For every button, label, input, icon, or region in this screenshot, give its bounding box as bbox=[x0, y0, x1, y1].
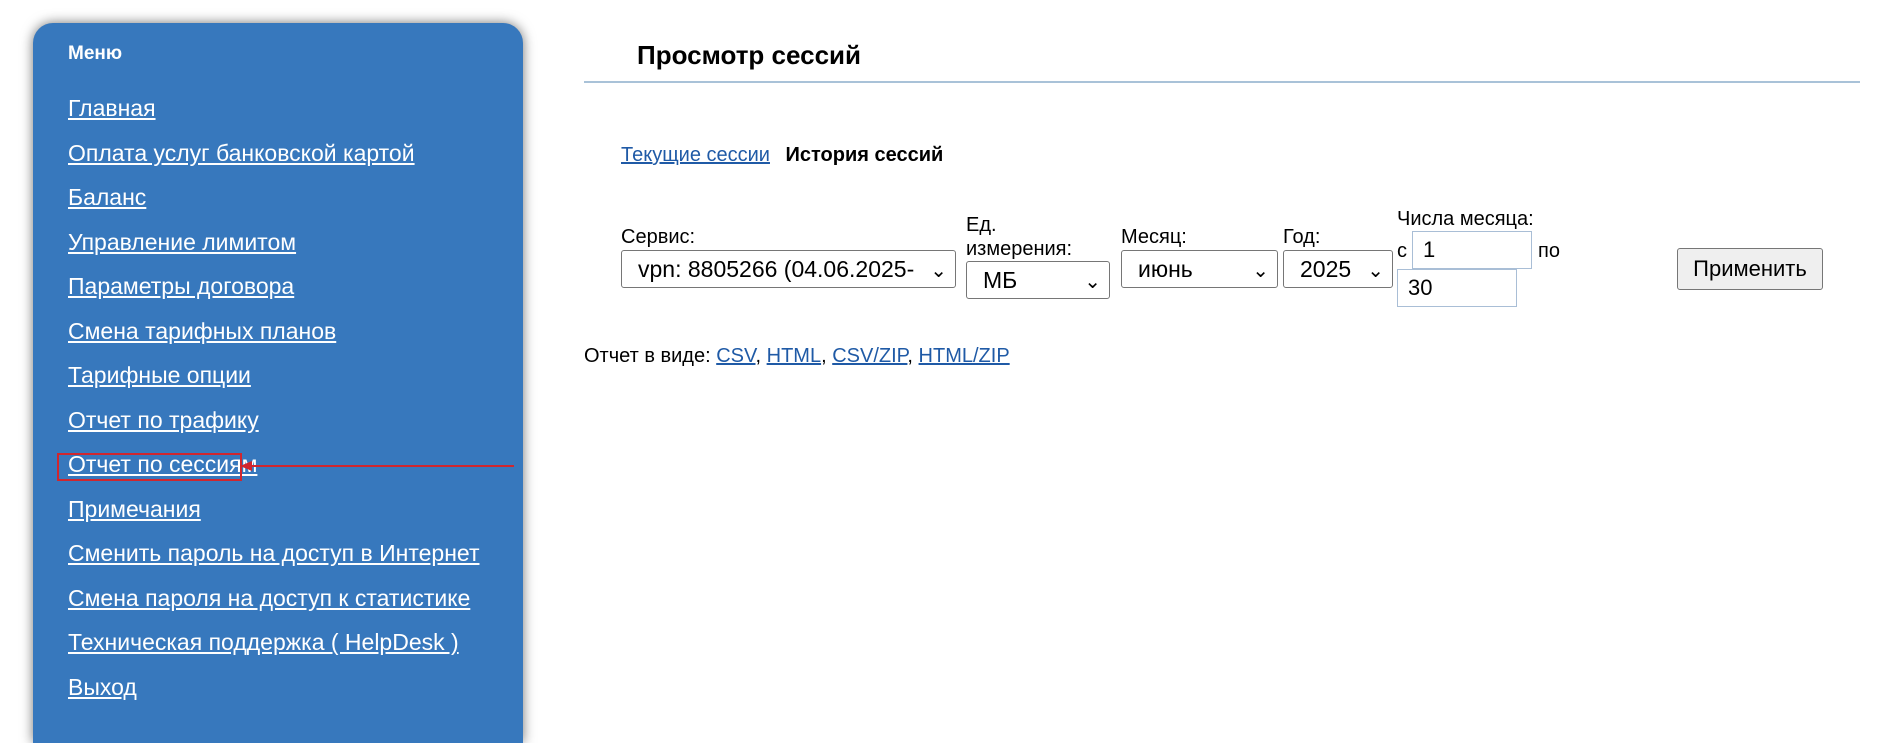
unit-value: МБ bbox=[983, 267, 1018, 293]
menu-item-home[interactable]: Главная bbox=[68, 95, 156, 121]
year-label: Год: bbox=[1283, 226, 1321, 248]
report-csv-link[interactable]: CSV bbox=[716, 345, 755, 367]
report-html-link[interactable]: HTML bbox=[767, 345, 821, 367]
menu-item-notes[interactable]: Примечания bbox=[68, 496, 201, 522]
to-day-input[interactable] bbox=[1397, 269, 1517, 307]
sidebar-title: Меню bbox=[68, 43, 123, 64]
menu-item-contract[interactable]: Параметры договора bbox=[68, 273, 294, 299]
tab-current-sessions[interactable]: Текущие сессии bbox=[621, 144, 770, 166]
chevron-down-icon: ⌄ bbox=[1084, 271, 1101, 293]
chevron-down-icon: ⌄ bbox=[930, 260, 947, 282]
tab-session-history: История сессий bbox=[785, 144, 944, 166]
menu-item-balance[interactable]: Баланс bbox=[68, 184, 146, 210]
report-csv-zip-link[interactable]: CSV/ZIP bbox=[832, 345, 907, 367]
month-label: Месяц: bbox=[1121, 226, 1187, 248]
highlight-box bbox=[57, 453, 242, 481]
service-select[interactable]: vpn: 8805266 (04.06.2025- ⌄ bbox=[621, 250, 956, 288]
unit-label-line1: Ед. bbox=[966, 214, 997, 236]
menu-item-internet-password[interactable]: Сменить пароль на доступ в Интернет bbox=[68, 540, 479, 566]
month-value: июнь bbox=[1138, 256, 1193, 282]
menu-item-logout[interactable]: Выход bbox=[68, 674, 137, 700]
to-label: по bbox=[1538, 240, 1560, 262]
page-title: Просмотр сессий bbox=[637, 40, 861, 70]
report-formats: Отчет в виде: CSV, HTML, CSV/ZIP, HTML/Z… bbox=[584, 345, 1010, 367]
from-label: с bbox=[1397, 240, 1407, 262]
service-label: Сервис: bbox=[621, 226, 696, 248]
from-day-input[interactable] bbox=[1412, 231, 1532, 269]
menu-item-stats-password[interactable]: Смена пароля на доступ к статистике bbox=[68, 585, 470, 611]
year-value: 2025 bbox=[1300, 256, 1352, 282]
menu-item-tariff-options[interactable]: Тарифные опции bbox=[68, 362, 251, 388]
title-divider bbox=[584, 81, 1860, 83]
menu-list: Главная Оплата услуг банковской картой Б… bbox=[68, 95, 479, 718]
menu-item-limit[interactable]: Управление лимитом bbox=[68, 229, 296, 255]
unit-label-line2: измерения: bbox=[966, 238, 1073, 260]
unit-select[interactable]: МБ ⌄ bbox=[966, 261, 1110, 299]
month-select[interactable]: июнь ⌄ bbox=[1121, 250, 1278, 288]
sidebar-menu: Меню Главная Оплата услуг банковской кар… bbox=[33, 23, 523, 743]
session-tabs: Текущие сессии История сессий bbox=[621, 144, 943, 167]
service-value: vpn: 8805266 (04.06.2025- bbox=[638, 256, 915, 282]
report-html-zip-link[interactable]: HTML/ZIP bbox=[919, 345, 1010, 367]
menu-item-tariff-change[interactable]: Смена тарифных планов bbox=[68, 318, 336, 344]
chevron-down-icon: ⌄ bbox=[1367, 260, 1384, 282]
year-select[interactable]: 2025 ⌄ bbox=[1283, 250, 1393, 288]
chevron-down-icon: ⌄ bbox=[1252, 260, 1269, 282]
arrow-left-icon bbox=[240, 461, 514, 471]
menu-item-card-payment[interactable]: Оплата услуг банковской картой bbox=[68, 140, 415, 166]
days-label: Числа месяца: bbox=[1397, 208, 1534, 230]
menu-item-traffic-report[interactable]: Отчет по трафику bbox=[68, 407, 259, 433]
menu-item-helpdesk[interactable]: Техническая поддержка ( HelpDesk ) bbox=[68, 629, 459, 655]
report-label: Отчет в виде: bbox=[584, 345, 711, 367]
apply-button[interactable]: Применить bbox=[1677, 248, 1823, 290]
